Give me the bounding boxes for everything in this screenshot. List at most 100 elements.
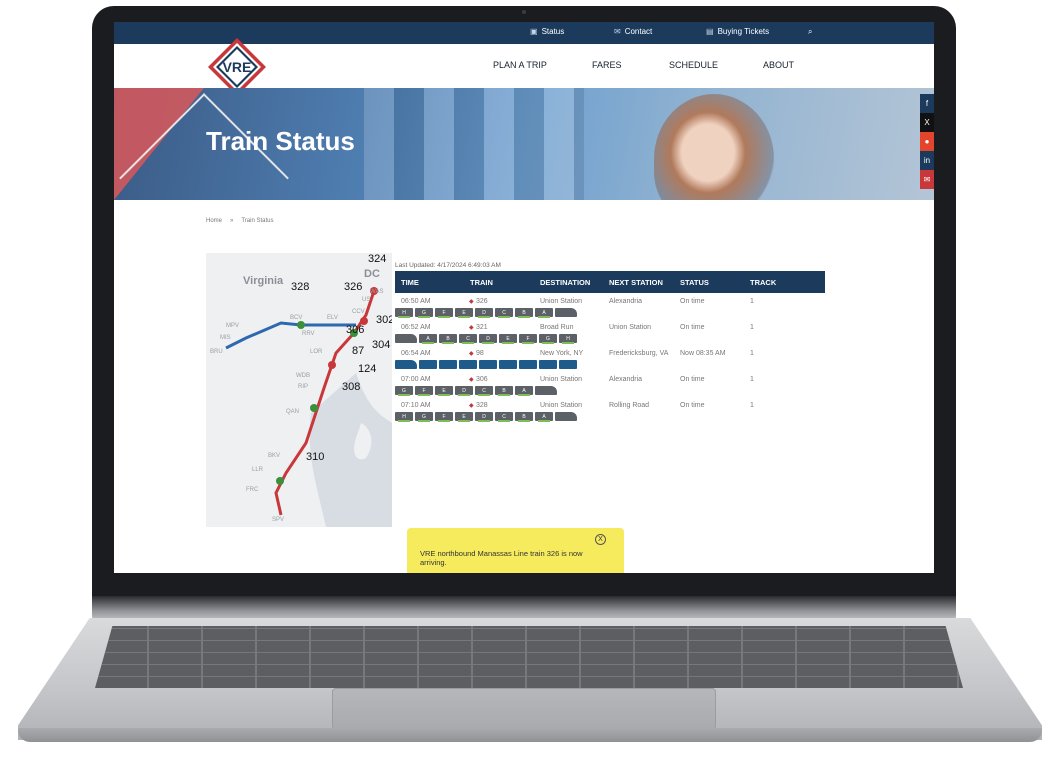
train-marker-308[interactable]: 308 xyxy=(342,381,360,393)
table-row[interactable]: 06:52 AM ◆ 321 Broad Run Union Station On tim… xyxy=(395,324,825,350)
car-letter: E xyxy=(462,309,466,316)
cell-track: 1 xyxy=(750,350,754,357)
table-row[interactable]: 07:00 AM ◆ 306 Union Station Alexandria On ti… xyxy=(395,376,825,402)
locomotive-icon xyxy=(555,308,577,317)
cell-next: Rolling Road xyxy=(609,402,650,409)
cell-time: 07:00 AM xyxy=(401,376,431,383)
cell-train: 328 xyxy=(476,402,488,409)
railcar: G xyxy=(539,334,557,344)
cell-track: 1 xyxy=(750,376,754,383)
status-link[interactable]: ▣ Status xyxy=(530,27,564,36)
railcar: A xyxy=(515,386,533,396)
railcar xyxy=(459,360,477,369)
map-state-label: Virginia xyxy=(243,275,284,287)
train-marker-326[interactable]: 326 xyxy=(344,281,362,293)
railcar: B xyxy=(515,412,533,422)
train-marker-310[interactable]: 310 xyxy=(306,451,324,463)
railcar: F xyxy=(415,386,433,396)
train-marker-304[interactable]: 304 xyxy=(372,339,390,351)
buying-tickets-link[interactable]: ▤ Buying Tickets xyxy=(706,27,769,36)
train-marker-324[interactable]: 324 xyxy=(368,253,386,265)
railcar: E xyxy=(455,308,473,318)
col-track: TRACK xyxy=(750,278,777,287)
car-letter: G xyxy=(422,413,426,420)
railcar: A xyxy=(535,308,553,318)
car-letter: A xyxy=(542,413,546,420)
station-bru: BRU xyxy=(210,349,223,355)
railcar: F xyxy=(519,334,537,344)
reddit-icon: ● xyxy=(924,137,930,146)
train-marker-87[interactable]: 87 xyxy=(352,345,364,357)
station-lor: LOR xyxy=(310,349,323,355)
cell-train: 326 xyxy=(476,298,488,305)
table-row[interactable]: 07:10 AM ◆ 328 Union Station Rolling Road On … xyxy=(395,402,825,428)
nav-fares[interactable]: FARES xyxy=(592,60,622,70)
breadcrumb-separator: » xyxy=(230,218,234,224)
mail-share-button[interactable]: ✉ xyxy=(920,170,934,189)
search-button[interactable]: ⌕ xyxy=(808,27,812,37)
x-share-button[interactable]: X xyxy=(920,113,934,132)
facebook-icon: f xyxy=(925,99,929,108)
station-llr: LLR xyxy=(252,467,264,473)
hero-passenger-photo xyxy=(654,94,774,200)
car-letter: A xyxy=(542,309,546,316)
facebook-share-button[interactable]: f xyxy=(920,94,934,113)
status-table-header: TIME TRAIN DESTINATION NEXT STATION STAT… xyxy=(395,271,825,293)
car-letter: B xyxy=(502,387,506,394)
car-letter: G xyxy=(422,309,426,316)
railcar: E xyxy=(455,412,473,422)
browser-viewport: ▣ Status ✉ Contact ▤ Buying Tickets ⌕ VR… xyxy=(114,22,934,573)
linkedin-share-button[interactable]: in xyxy=(920,151,934,170)
car-letter: E xyxy=(506,335,510,342)
consist-diagram: HGFEDCBA xyxy=(395,412,577,422)
breadcrumb-home[interactable]: Home xyxy=(206,218,222,224)
train-marker-328[interactable]: 328 xyxy=(291,281,309,293)
cell-track: 1 xyxy=(750,298,754,305)
route-map-graphic xyxy=(225,287,392,527)
train-marker-124[interactable]: 124 xyxy=(358,363,376,375)
railcar xyxy=(439,360,457,369)
cell-destination: Union Station xyxy=(540,298,583,305)
ticket-icon: ▤ xyxy=(706,27,714,36)
locomotive-icon xyxy=(395,334,417,343)
reddit-share-button[interactable]: ● xyxy=(920,132,934,151)
cell-train: 321 xyxy=(476,324,488,331)
x-icon: X xyxy=(924,118,930,127)
cell-status: On time xyxy=(680,298,705,305)
cell-status: Now 08:35 AM xyxy=(680,350,726,357)
nav-plan-a-trip[interactable]: PLAN A TRIP xyxy=(493,60,547,70)
laptop-front-edge xyxy=(18,728,1042,742)
railcar: A xyxy=(419,334,437,344)
railcar: C xyxy=(459,334,477,344)
car-letter: G xyxy=(402,387,406,394)
car-letter: B xyxy=(446,335,450,342)
car-letter: F xyxy=(442,413,446,420)
table-row[interactable]: 06:54 AM ◆ 98 New York, NY Fredericksburg, V… xyxy=(395,350,825,376)
route-map[interactable]: Virginia DC 324 328 326 302 306 304 87 1… xyxy=(206,253,392,527)
close-notification-button[interactable]: X xyxy=(595,534,606,545)
contact-icon: ✉ xyxy=(614,27,621,36)
table-row[interactable]: 06:50 AM ◆ 326 Union Station Alexandria On ti… xyxy=(395,298,825,324)
linkedin-icon: in xyxy=(923,156,931,165)
car-letter: H xyxy=(402,309,406,316)
nav-schedule[interactable]: SCHEDULE xyxy=(669,60,718,70)
train-marker-306[interactable]: 306 xyxy=(346,324,364,336)
station-bcv: BCV xyxy=(290,315,303,321)
railcar: D xyxy=(475,412,493,422)
railcar: A xyxy=(535,412,553,422)
car-letter: A xyxy=(522,387,526,394)
station-spv: SPV xyxy=(272,517,285,523)
train-marker-302[interactable]: 302 xyxy=(376,314,392,326)
car-letter: D xyxy=(486,335,490,342)
webcam xyxy=(522,10,526,14)
col-status: STATUS xyxy=(680,278,709,287)
contact-link[interactable]: ✉ Contact xyxy=(614,27,652,36)
railcar: B xyxy=(515,308,533,318)
car-letter: F xyxy=(422,387,426,394)
car-letter: H xyxy=(402,413,406,420)
car-letter: H xyxy=(566,335,570,342)
consist-diagram: HGFEDCBA xyxy=(395,308,577,318)
nav-about[interactable]: ABOUT xyxy=(763,60,794,70)
railcar: C xyxy=(475,386,493,396)
locomotive-icon xyxy=(395,360,417,369)
